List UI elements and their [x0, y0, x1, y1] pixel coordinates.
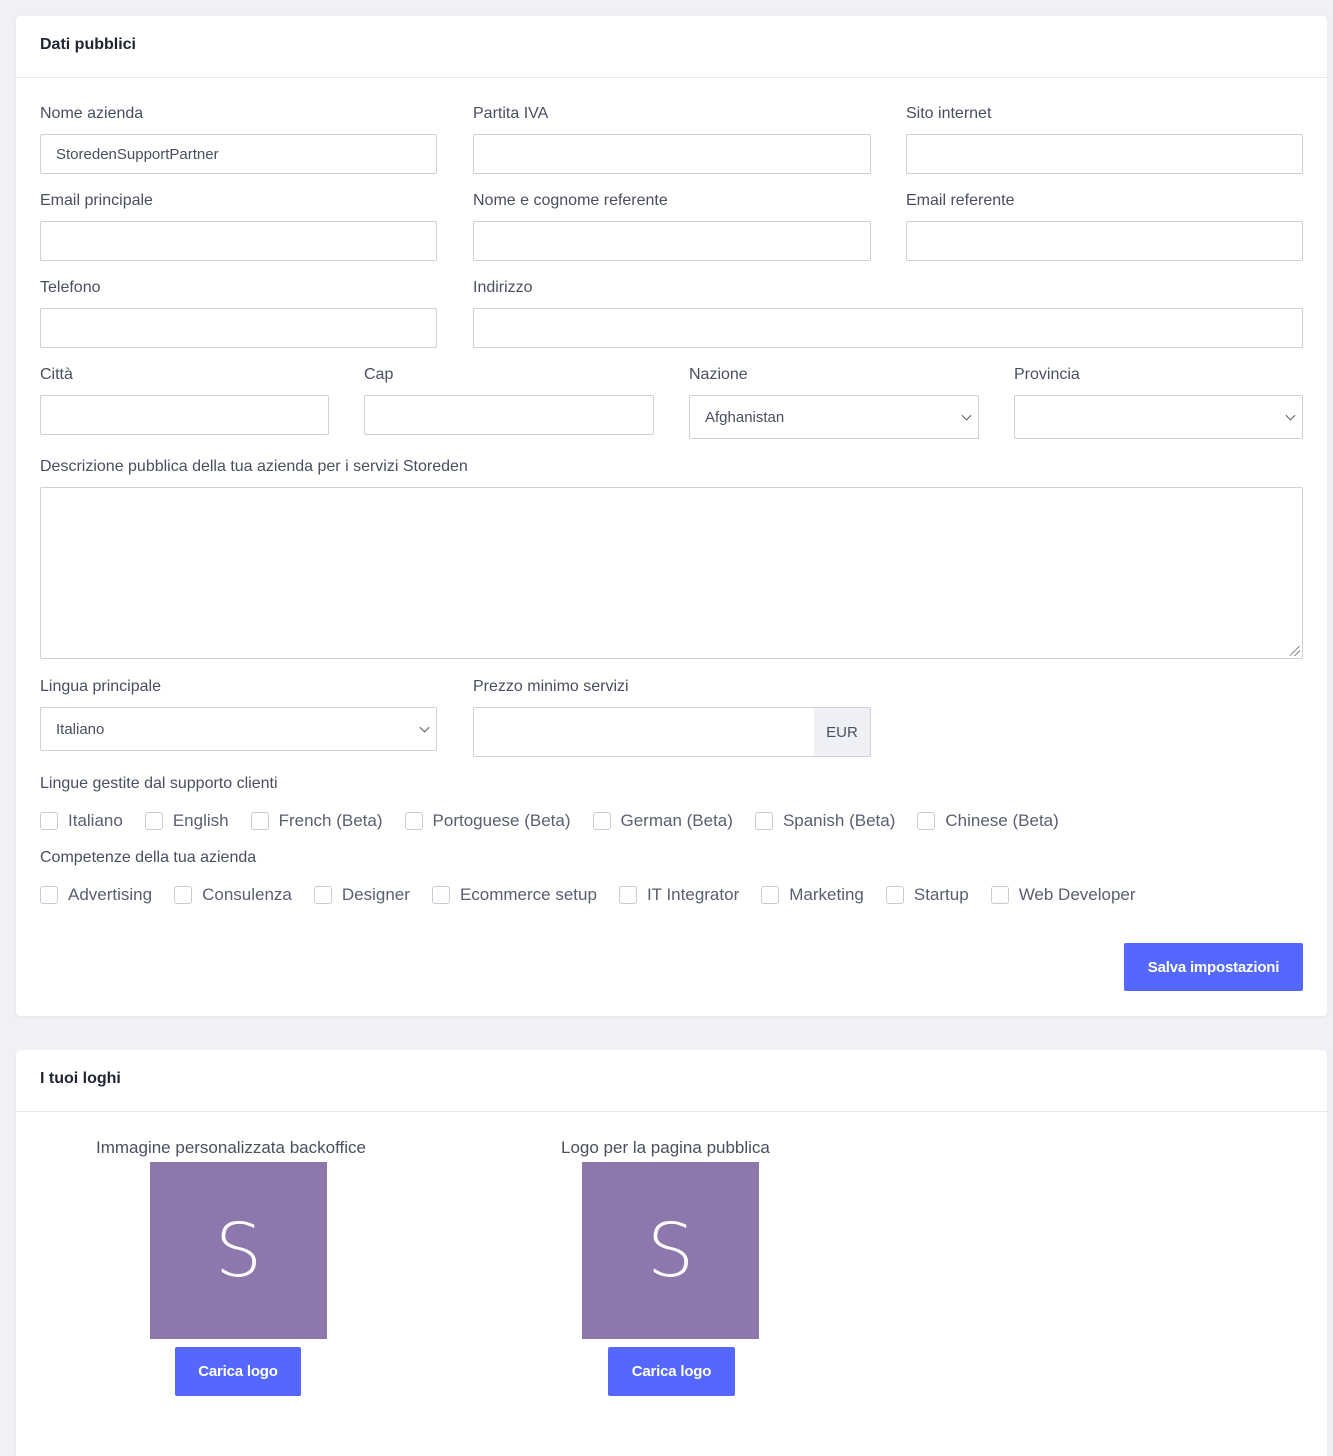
checkbox[interactable]: [990, 886, 1009, 904]
city-label: Città: [40, 366, 73, 383]
logos-card: I tuoi loghi Immagine personalizzata bac…: [16, 1050, 1327, 1456]
city-input[interactable]: [40, 395, 329, 435]
checkbox[interactable]: [885, 886, 904, 904]
logos-title: I tuoi loghi: [16, 1050, 1327, 1112]
vat-label: Partita IVA: [473, 105, 549, 122]
country-select-value: Afghanistan: [705, 408, 785, 426]
phone-input[interactable]: [40, 308, 437, 348]
company-name-input[interactable]: [40, 134, 437, 174]
chevron-down-icon: [419, 722, 430, 733]
chevron-down-icon: [961, 410, 972, 421]
upload-public-logo-button[interactable]: Carica logo: [608, 1347, 735, 1396]
zip-label: Cap: [364, 366, 394, 383]
zip-input[interactable]: [364, 395, 654, 435]
support-languages-group: Italiano English French (Beta) Portogues…: [40, 811, 1081, 831]
save-settings-button[interactable]: Salva impostazioni: [1124, 943, 1303, 991]
country-select[interactable]: Afghanistan: [689, 395, 979, 439]
skill-option[interactable]: Consulenza: [174, 885, 292, 905]
support-language-option[interactable]: Portoguese (Beta): [404, 811, 571, 831]
skill-option[interactable]: Marketing: [761, 885, 864, 905]
checkbox[interactable]: [618, 886, 637, 904]
checkbox[interactable]: [592, 812, 611, 830]
support-language-option[interactable]: French (Beta): [250, 811, 383, 831]
country-label: Nazione: [689, 366, 748, 383]
website-input[interactable]: [906, 134, 1303, 174]
min-price-input[interactable]: [473, 707, 815, 757]
support-language-option[interactable]: Chinese (Beta): [917, 811, 1059, 831]
public-logo-image: S: [582, 1162, 759, 1339]
support-languages-label: Lingue gestite dal supporto clienti: [40, 775, 278, 792]
support-language-option[interactable]: Spanish (Beta): [754, 811, 895, 831]
support-language-option[interactable]: Italiano: [40, 811, 123, 831]
address-input[interactable]: [473, 308, 1303, 348]
main-email-label: Email principale: [40, 192, 153, 209]
checkbox[interactable]: [754, 812, 773, 830]
contact-name-label: Nome e cognome referente: [473, 192, 668, 209]
skills-label: Competenze della tua azienda: [40, 849, 257, 866]
checkbox[interactable]: [40, 812, 58, 830]
main-email-input[interactable]: [40, 221, 437, 261]
checkbox[interactable]: [917, 812, 936, 830]
skill-option[interactable]: IT Integrator: [618, 885, 739, 905]
vat-input[interactable]: [473, 134, 871, 174]
description-label: Descrizione pubblica della tua azienda p…: [40, 458, 468, 475]
skill-option[interactable]: Web Developer: [990, 885, 1136, 905]
public-data-card: Dati pubblici Nome azienda Partita IVA S…: [16, 16, 1327, 1016]
backoffice-logo-label: Immagine personalizzata backoffice: [96, 1138, 366, 1157]
checkbox[interactable]: [40, 886, 58, 904]
province-label: Provincia: [1014, 366, 1080, 383]
province-select[interactable]: [1014, 395, 1303, 439]
currency-addon: EUR: [814, 707, 871, 757]
chevron-down-icon: [1285, 410, 1296, 421]
public-data-title: Dati pubblici: [16, 16, 1327, 78]
skill-option[interactable]: Startup: [885, 885, 969, 905]
public-logo-label: Logo per la pagina pubblica: [561, 1138, 770, 1157]
checkbox[interactable]: [404, 812, 423, 830]
checkbox[interactable]: [174, 886, 193, 904]
resize-handle-icon[interactable]: [1290, 646, 1300, 656]
main-language-select-value: Italiano: [56, 720, 105, 738]
description-textarea[interactable]: [40, 487, 1303, 659]
phone-label: Telefono: [40, 279, 101, 296]
skill-option[interactable]: Designer: [313, 885, 410, 905]
address-label: Indirizzo: [473, 279, 533, 296]
checkbox[interactable]: [250, 812, 269, 830]
upload-backoffice-logo-button[interactable]: Carica logo: [175, 1347, 301, 1396]
skills-group: Advertising Consulenza Designer Ecommerc…: [40, 885, 1158, 905]
company-name-label: Nome azienda: [40, 105, 144, 122]
main-language-select[interactable]: Italiano: [40, 707, 437, 751]
backoffice-logo-image: S: [150, 1162, 327, 1339]
checkbox[interactable]: [313, 886, 332, 904]
support-language-option[interactable]: German (Beta): [592, 811, 733, 831]
contact-email-label: Email referente: [906, 192, 1015, 209]
min-price-label: Prezzo minimo servizi: [473, 678, 629, 695]
main-language-label: Lingua principale: [40, 678, 161, 695]
contact-email-input[interactable]: [906, 221, 1303, 261]
support-language-option[interactable]: English: [144, 811, 229, 831]
contact-name-input[interactable]: [473, 221, 871, 261]
website-label: Sito internet: [906, 105, 992, 122]
skill-option[interactable]: Advertising: [40, 885, 152, 905]
checkbox[interactable]: [761, 886, 780, 904]
checkbox[interactable]: [431, 886, 450, 904]
skill-option[interactable]: Ecommerce setup: [431, 885, 597, 905]
checkbox[interactable]: [144, 812, 163, 830]
